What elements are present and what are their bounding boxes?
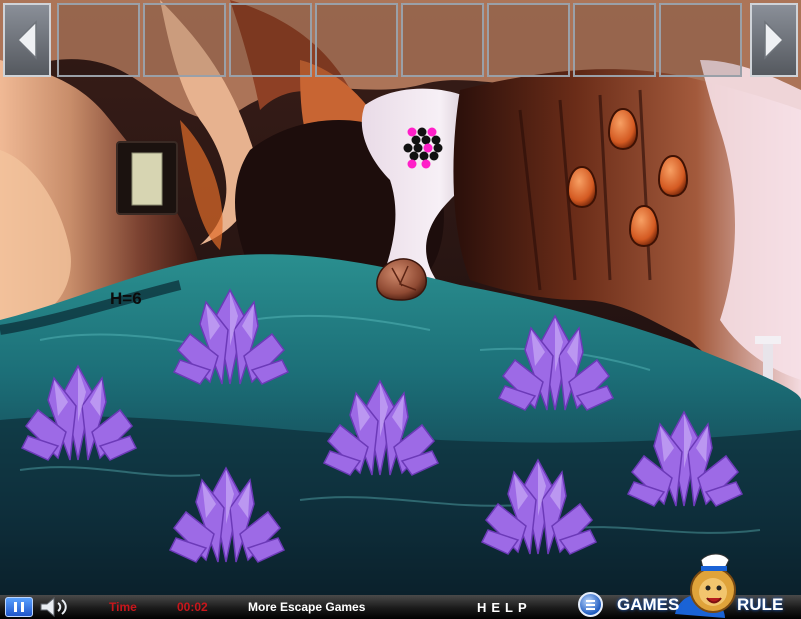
dot-pattern-puzzle[interactable] [402, 126, 450, 170]
brown-rock[interactable] [372, 256, 430, 302]
inventory-bar [0, 0, 801, 80]
menu-button[interactable] [578, 592, 603, 617]
speaker-icon [40, 596, 67, 618]
menu-icon-line [586, 604, 595, 606]
game-stage: H=6 Time 00:02 More Escape Games HELP GA… [0, 0, 801, 619]
inventory-prev-button[interactable] [3, 3, 51, 77]
logo-text-games: GAMES [617, 595, 680, 614]
purple-crystal[interactable] [170, 286, 292, 386]
pause-button[interactable] [5, 597, 33, 617]
egg-niche[interactable] [566, 165, 598, 209]
egg-niche[interactable] [628, 204, 660, 248]
inventory-slot[interactable] [573, 3, 656, 77]
inventory-slot[interactable] [143, 3, 226, 77]
menu-icon-line [586, 608, 595, 610]
purple-crystal[interactable] [18, 362, 140, 464]
arrow-right-icon [764, 20, 785, 60]
purple-crystal[interactable] [166, 464, 288, 566]
arrow-left-icon [16, 20, 37, 60]
logo-text-rule: RULE [737, 595, 784, 614]
purple-crystal[interactable] [320, 377, 442, 477]
inventory-slot[interactable] [229, 3, 312, 77]
pause-icon [14, 602, 24, 612]
egg-niche[interactable] [657, 154, 689, 198]
purple-crystal[interactable] [478, 456, 600, 558]
time-value: 00:02 [177, 600, 208, 614]
purple-crystal[interactable] [624, 408, 746, 508]
inventory-next-button[interactable] [750, 3, 798, 77]
help-button[interactable]: HELP [477, 600, 532, 615]
menu-icon [586, 600, 595, 602]
wall-frame-slot[interactable] [116, 141, 178, 215]
egg-niche[interactable] [607, 107, 639, 151]
inventory-slot[interactable] [315, 3, 398, 77]
more-escape-games-link[interactable]: More Escape Games [248, 600, 365, 614]
purple-crystal[interactable] [495, 312, 617, 412]
inventory-slot[interactable] [57, 3, 140, 77]
wall-clue-text: H=6 [110, 289, 142, 308]
inventory-slot[interactable] [487, 3, 570, 77]
time-label: Time [109, 600, 137, 614]
sound-button[interactable] [38, 596, 72, 618]
inventory-slot[interactable] [401, 3, 484, 77]
inventory-slot[interactable] [659, 3, 742, 77]
